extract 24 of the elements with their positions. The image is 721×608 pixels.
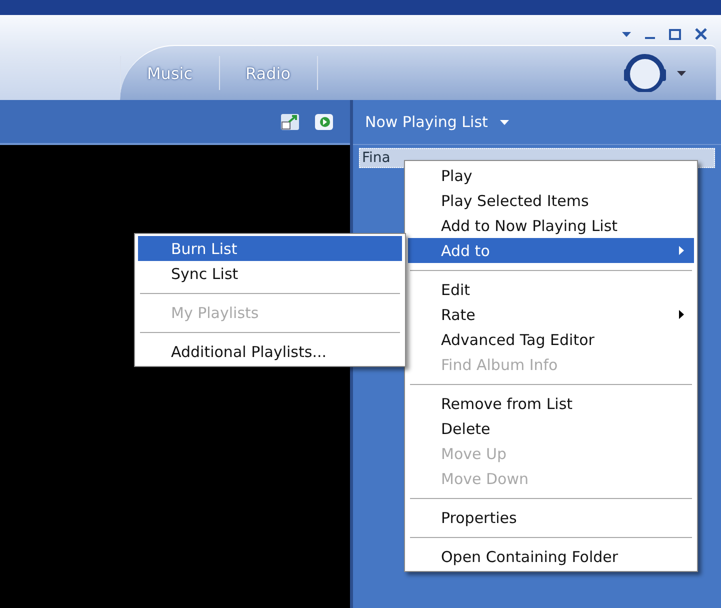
menu-item[interactable]: Sync List	[138, 261, 402, 286]
menu-item[interactable]: Burn List	[138, 236, 402, 261]
menu-item[interactable]: Additional Playlists...	[138, 339, 402, 364]
dropdown-icon[interactable]	[677, 70, 686, 76]
dropdown-icon[interactable]	[500, 120, 509, 124]
forward-icon[interactable]	[314, 112, 334, 130]
submenu-arrow-icon	[679, 246, 684, 255]
resize-icon[interactable]	[280, 112, 300, 130]
maximize-icon[interactable]	[669, 28, 681, 40]
menu-item[interactable]: Advanced Tag Editor	[408, 327, 694, 352]
menu-item[interactable]: Open Containing Folder	[408, 544, 694, 569]
menu-item[interactable]: Play Selected Items	[408, 188, 694, 213]
submenu-arrow-icon	[679, 310, 684, 319]
dropdown-icon[interactable]	[622, 32, 631, 36]
menu-item[interactable]: Rate	[408, 302, 694, 327]
menu-item[interactable]: Add to	[408, 238, 694, 263]
menu-item[interactable]: Remove from List	[408, 391, 694, 416]
close-icon[interactable]	[695, 28, 707, 40]
menu-item[interactable]: Edit	[408, 277, 694, 302]
menu-item[interactable]: Add to Now Playing List	[408, 213, 694, 238]
menu-item[interactable]: Properties	[408, 505, 694, 530]
logo-icon[interactable]	[623, 54, 667, 92]
menu-item[interactable]: Delete	[408, 416, 694, 441]
panel-title[interactable]: Now Playing List	[365, 113, 488, 131]
